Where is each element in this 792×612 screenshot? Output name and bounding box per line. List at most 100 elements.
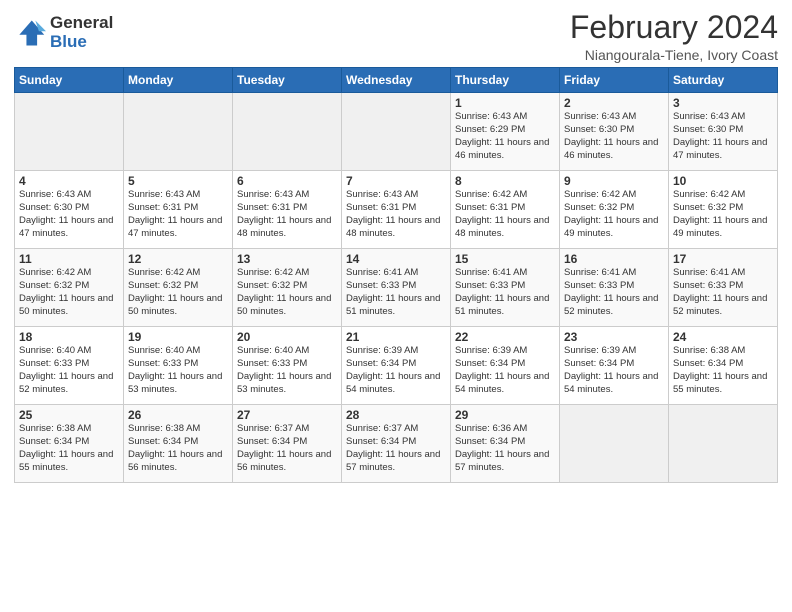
- day-info: Sunrise: 6:39 AM Sunset: 6:34 PM Dayligh…: [564, 345, 664, 396]
- day-info: Sunrise: 6:38 AM Sunset: 6:34 PM Dayligh…: [19, 423, 119, 474]
- day-number: 12: [128, 252, 228, 266]
- day-number: 1: [455, 96, 555, 110]
- calendar-cell: 27Sunrise: 6:37 AM Sunset: 6:34 PM Dayli…: [233, 405, 342, 483]
- day-info: Sunrise: 6:38 AM Sunset: 6:34 PM Dayligh…: [673, 345, 773, 396]
- calendar-week-2: 11Sunrise: 6:42 AM Sunset: 6:32 PM Dayli…: [15, 249, 778, 327]
- calendar-cell: 8Sunrise: 6:42 AM Sunset: 6:31 PM Daylig…: [451, 171, 560, 249]
- day-info: Sunrise: 6:41 AM Sunset: 6:33 PM Dayligh…: [455, 267, 555, 318]
- day-number: 24: [673, 330, 773, 344]
- page: General Blue February 2024 Niangourala-T…: [0, 0, 792, 612]
- weekday-header-friday: Friday: [560, 68, 669, 93]
- subtitle: Niangourala-Tiene, Ivory Coast: [570, 47, 778, 63]
- day-info: Sunrise: 6:42 AM Sunset: 6:32 PM Dayligh…: [673, 189, 773, 240]
- day-number: 2: [564, 96, 664, 110]
- weekday-header-saturday: Saturday: [669, 68, 778, 93]
- day-number: 14: [346, 252, 446, 266]
- calendar-week-3: 18Sunrise: 6:40 AM Sunset: 6:33 PM Dayli…: [15, 327, 778, 405]
- calendar-cell: 29Sunrise: 6:36 AM Sunset: 6:34 PM Dayli…: [451, 405, 560, 483]
- day-info: Sunrise: 6:36 AM Sunset: 6:34 PM Dayligh…: [455, 423, 555, 474]
- day-info: Sunrise: 6:42 AM Sunset: 6:31 PM Dayligh…: [455, 189, 555, 240]
- day-info: Sunrise: 6:40 AM Sunset: 6:33 PM Dayligh…: [19, 345, 119, 396]
- calendar-cell: 23Sunrise: 6:39 AM Sunset: 6:34 PM Dayli…: [560, 327, 669, 405]
- calendar-cell: [124, 93, 233, 171]
- calendar-cell: [342, 93, 451, 171]
- day-number: 3: [673, 96, 773, 110]
- title-block: February 2024 Niangourala-Tiene, Ivory C…: [570, 10, 778, 63]
- weekday-header-thursday: Thursday: [451, 68, 560, 93]
- day-info: Sunrise: 6:40 AM Sunset: 6:33 PM Dayligh…: [237, 345, 337, 396]
- day-info: Sunrise: 6:43 AM Sunset: 6:30 PM Dayligh…: [19, 189, 119, 240]
- weekday-header-row: SundayMondayTuesdayWednesdayThursdayFrid…: [15, 68, 778, 93]
- calendar-cell: [669, 405, 778, 483]
- day-info: Sunrise: 6:41 AM Sunset: 6:33 PM Dayligh…: [346, 267, 446, 318]
- day-info: Sunrise: 6:43 AM Sunset: 6:30 PM Dayligh…: [673, 111, 773, 162]
- calendar-cell: 7Sunrise: 6:43 AM Sunset: 6:31 PM Daylig…: [342, 171, 451, 249]
- day-info: Sunrise: 6:43 AM Sunset: 6:31 PM Dayligh…: [237, 189, 337, 240]
- weekday-header-monday: Monday: [124, 68, 233, 93]
- calendar-cell: 9Sunrise: 6:42 AM Sunset: 6:32 PM Daylig…: [560, 171, 669, 249]
- calendar-cell: 1Sunrise: 6:43 AM Sunset: 6:29 PM Daylig…: [451, 93, 560, 171]
- day-number: 8: [455, 174, 555, 188]
- weekday-header-wednesday: Wednesday: [342, 68, 451, 93]
- day-info: Sunrise: 6:43 AM Sunset: 6:31 PM Dayligh…: [128, 189, 228, 240]
- calendar-cell: 22Sunrise: 6:39 AM Sunset: 6:34 PM Dayli…: [451, 327, 560, 405]
- day-number: 4: [19, 174, 119, 188]
- logo-text: General Blue: [50, 14, 113, 51]
- calendar-week-0: 1Sunrise: 6:43 AM Sunset: 6:29 PM Daylig…: [15, 93, 778, 171]
- day-number: 11: [19, 252, 119, 266]
- calendar-cell: 24Sunrise: 6:38 AM Sunset: 6:34 PM Dayli…: [669, 327, 778, 405]
- weekday-header-tuesday: Tuesday: [233, 68, 342, 93]
- day-number: 26: [128, 408, 228, 422]
- day-info: Sunrise: 6:42 AM Sunset: 6:32 PM Dayligh…: [237, 267, 337, 318]
- day-number: 28: [346, 408, 446, 422]
- day-info: Sunrise: 6:42 AM Sunset: 6:32 PM Dayligh…: [128, 267, 228, 318]
- calendar-cell: 3Sunrise: 6:43 AM Sunset: 6:30 PM Daylig…: [669, 93, 778, 171]
- calendar-cell: 26Sunrise: 6:38 AM Sunset: 6:34 PM Dayli…: [124, 405, 233, 483]
- day-info: Sunrise: 6:43 AM Sunset: 6:31 PM Dayligh…: [346, 189, 446, 240]
- calendar-cell: 21Sunrise: 6:39 AM Sunset: 6:34 PM Dayli…: [342, 327, 451, 405]
- day-info: Sunrise: 6:39 AM Sunset: 6:34 PM Dayligh…: [346, 345, 446, 396]
- day-number: 25: [19, 408, 119, 422]
- day-info: Sunrise: 6:41 AM Sunset: 6:33 PM Dayligh…: [564, 267, 664, 318]
- day-number: 21: [346, 330, 446, 344]
- day-number: 18: [19, 330, 119, 344]
- calendar-cell: [560, 405, 669, 483]
- logo: General Blue: [14, 14, 113, 51]
- day-number: 20: [237, 330, 337, 344]
- calendar-cell: 20Sunrise: 6:40 AM Sunset: 6:33 PM Dayli…: [233, 327, 342, 405]
- calendar-cell: 13Sunrise: 6:42 AM Sunset: 6:32 PM Dayli…: [233, 249, 342, 327]
- day-info: Sunrise: 6:43 AM Sunset: 6:29 PM Dayligh…: [455, 111, 555, 162]
- calendar-cell: 4Sunrise: 6:43 AM Sunset: 6:30 PM Daylig…: [15, 171, 124, 249]
- calendar-cell: 6Sunrise: 6:43 AM Sunset: 6:31 PM Daylig…: [233, 171, 342, 249]
- calendar-week-1: 4Sunrise: 6:43 AM Sunset: 6:30 PM Daylig…: [15, 171, 778, 249]
- header: General Blue February 2024 Niangourala-T…: [14, 10, 778, 63]
- day-number: 7: [346, 174, 446, 188]
- day-number: 29: [455, 408, 555, 422]
- calendar-cell: 2Sunrise: 6:43 AM Sunset: 6:30 PM Daylig…: [560, 93, 669, 171]
- calendar-cell: 25Sunrise: 6:38 AM Sunset: 6:34 PM Dayli…: [15, 405, 124, 483]
- day-info: Sunrise: 6:40 AM Sunset: 6:33 PM Dayligh…: [128, 345, 228, 396]
- calendar-cell: 15Sunrise: 6:41 AM Sunset: 6:33 PM Dayli…: [451, 249, 560, 327]
- day-number: 5: [128, 174, 228, 188]
- calendar-cell: 10Sunrise: 6:42 AM Sunset: 6:32 PM Dayli…: [669, 171, 778, 249]
- calendar-cell: 14Sunrise: 6:41 AM Sunset: 6:33 PM Dayli…: [342, 249, 451, 327]
- calendar-week-4: 25Sunrise: 6:38 AM Sunset: 6:34 PM Dayli…: [15, 405, 778, 483]
- calendar-cell: 5Sunrise: 6:43 AM Sunset: 6:31 PM Daylig…: [124, 171, 233, 249]
- day-number: 15: [455, 252, 555, 266]
- day-number: 6: [237, 174, 337, 188]
- day-info: Sunrise: 6:38 AM Sunset: 6:34 PM Dayligh…: [128, 423, 228, 474]
- calendar-cell: 18Sunrise: 6:40 AM Sunset: 6:33 PM Dayli…: [15, 327, 124, 405]
- calendar-cell: [15, 93, 124, 171]
- weekday-header-sunday: Sunday: [15, 68, 124, 93]
- day-info: Sunrise: 6:42 AM Sunset: 6:32 PM Dayligh…: [19, 267, 119, 318]
- day-number: 10: [673, 174, 773, 188]
- calendar-cell: 17Sunrise: 6:41 AM Sunset: 6:33 PM Dayli…: [669, 249, 778, 327]
- day-info: Sunrise: 6:37 AM Sunset: 6:34 PM Dayligh…: [346, 423, 446, 474]
- calendar-cell: 19Sunrise: 6:40 AM Sunset: 6:33 PM Dayli…: [124, 327, 233, 405]
- day-number: 23: [564, 330, 664, 344]
- logo-icon: [14, 17, 46, 49]
- main-title: February 2024: [570, 10, 778, 45]
- day-number: 9: [564, 174, 664, 188]
- calendar-cell: 28Sunrise: 6:37 AM Sunset: 6:34 PM Dayli…: [342, 405, 451, 483]
- logo-blue-text: Blue: [50, 33, 113, 52]
